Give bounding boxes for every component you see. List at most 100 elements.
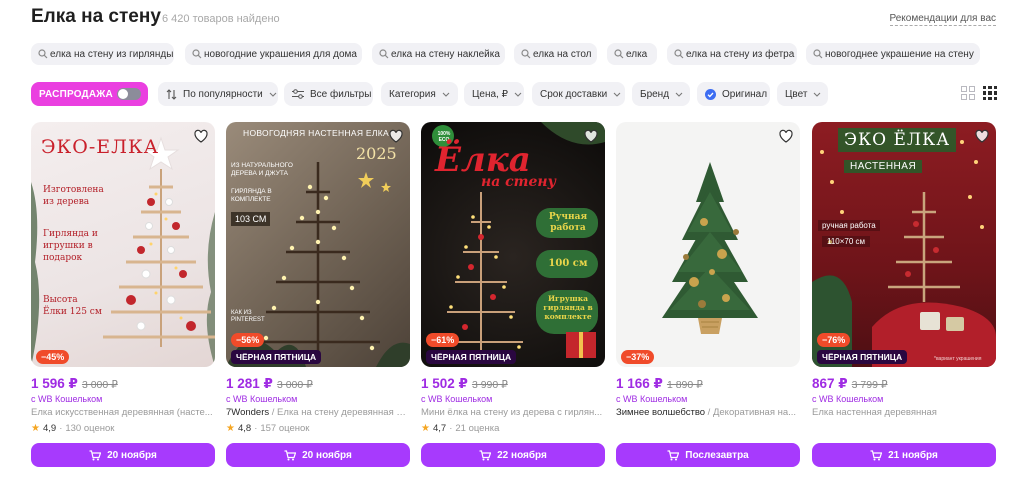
price: 1 166 ₽ <box>616 376 663 391</box>
rating-value: 4,7 <box>432 423 447 434</box>
suggestion-chip[interactable]: елка на стену из гирлянды <box>31 43 174 65</box>
image-caption: Гирлянда и игрушки в подарок <box>43 229 98 263</box>
image-note: *вариант украшения <box>934 356 982 362</box>
delivery-date: 21 ноября <box>888 449 938 461</box>
grid-small-view-icon[interactable] <box>983 86 997 100</box>
all-filters-button[interactable]: Все фильтры <box>284 82 373 106</box>
product-brand: Зимнее волшебство <box>616 407 706 418</box>
price: 1 596 ₽ <box>31 376 78 391</box>
price-dropdown[interactable]: Цена, ₽ <box>464 82 524 106</box>
product-card[interactable]: ЭКО ЁЛКА НАСТЕННАЯ ручная работа 110×70 … <box>812 122 996 467</box>
product-name[interactable]: Елка настенная деревянная <box>812 407 996 418</box>
heart-icon[interactable] <box>974 128 990 144</box>
image-caption: ручная работа <box>818 220 880 231</box>
price-row: 1 166 ₽1 890 ₽ <box>616 375 800 393</box>
sort-dropdown[interactable]: По популярности <box>158 82 278 106</box>
discount-badge: −76% <box>817 333 851 347</box>
suggestion-chip[interactable]: елка на стол <box>514 43 597 65</box>
product-card[interactable]: 100% ECO Ёлка на стену Ручная работа 100… <box>421 122 605 467</box>
suggestion-chip[interactable]: елка на стену из фетра <box>667 43 797 65</box>
wallet-note: с WB Кошельком <box>616 394 688 404</box>
product-title: / Декоративная на... <box>705 407 797 418</box>
heart-icon[interactable] <box>193 128 209 144</box>
old-price: 3 990 ₽ <box>471 379 508 391</box>
suggestion-label: елка <box>626 48 648 60</box>
star-icon: ★ <box>31 423 40 434</box>
category-dropdown[interactable]: Категория <box>381 82 458 106</box>
product-image[interactable]: −37% <box>616 122 800 367</box>
recommendations-link[interactable]: Рекомендации для вас <box>889 13 996 26</box>
star-icon: ★ <box>226 423 235 434</box>
rating-value: 4,9 <box>42 423 57 434</box>
suggestion-label: новогодние украшения для дома <box>204 48 357 60</box>
all-filters-label: Все фильтры <box>310 88 372 100</box>
search-icon <box>614 49 624 59</box>
delivery-dropdown[interactable]: Срок доставки <box>532 82 625 106</box>
product-name[interactable]: Мини ёлка на стену из дерева с гирлян... <box>421 407 605 418</box>
add-to-cart-button[interactable]: 20 ноября <box>226 443 410 467</box>
heart-icon[interactable] <box>583 128 599 144</box>
delivery-date: 20 ноября <box>302 449 352 461</box>
product-card[interactable]: НОВОГОДНЯЯ НАСТЕННАЯ ЕЛКА 2025 ИЗ НАТУРА… <box>226 122 410 467</box>
suggestion-chip[interactable]: новогоднее украшение на стену <box>806 43 980 65</box>
search-icon <box>674 49 684 59</box>
delivery-label: Срок доставки <box>540 88 608 100</box>
cart-icon <box>479 449 492 460</box>
suggestion-label: новогоднее украшение на стену <box>825 48 974 60</box>
heart-icon[interactable] <box>388 128 404 144</box>
original-filter-button[interactable]: Оригинал <box>697 82 770 106</box>
sale-label: РАСПРОДАЖА <box>39 88 113 100</box>
suggestion-chip[interactable]: елка на стену наклейка <box>372 43 505 65</box>
color-dropdown[interactable]: Цвет <box>777 82 828 106</box>
image-caption: Ручная работа <box>548 212 588 233</box>
review-count: 157 оценок <box>260 423 310 434</box>
review-separator: · <box>254 423 258 434</box>
product-image[interactable]: 100% ECO Ёлка на стену Ручная работа 100… <box>421 122 605 367</box>
brand-dropdown[interactable]: Бренд <box>632 82 690 106</box>
image-title: ЭКО-ЕЛКА <box>41 136 160 158</box>
image-subtitle: НАСТЕННАЯ <box>844 160 923 173</box>
add-to-cart-button[interactable]: 22 ноября <box>421 443 605 467</box>
product-brand: 7Wonders <box>226 407 270 418</box>
search-icon <box>379 49 389 59</box>
product-card[interactable]: ЭКО-ЕЛКА Изготовлена из дерева Гирлянда … <box>31 122 215 467</box>
sort-icon <box>166 88 177 100</box>
product-card[interactable]: −37% 1 166 ₽1 890 ₽ с WB Кошельком Зимне… <box>616 122 800 467</box>
chevron-down-icon <box>813 89 821 100</box>
sale-switch[interactable] <box>117 88 141 100</box>
wallet-note: с WB Кошельком <box>226 394 298 404</box>
original-label: Оригинал <box>722 88 768 100</box>
product-image[interactable]: ЭКО ЁЛКА НАСТЕННАЯ ручная работа 110×70 … <box>812 122 996 367</box>
rating: ★ 4,9 · 130 оценок <box>31 423 114 434</box>
sale-toggle-button[interactable]: РАСПРОДАЖА <box>31 82 148 106</box>
add-to-cart-button[interactable]: Послезавтра <box>616 443 800 467</box>
image-caption: Изготовлена из дерева <box>43 185 104 207</box>
price-label: Цена, ₽ <box>472 88 508 100</box>
search-icon <box>192 49 202 59</box>
product-image[interactable]: НОВОГОДНЯЯ НАСТЕННАЯ ЕЛКА 2025 ИЗ НАТУРА… <box>226 122 410 367</box>
image-subtitle: на стену <box>481 174 556 190</box>
old-price: 3 799 ₽ <box>851 379 888 391</box>
suggestion-label: елка на стол <box>533 48 592 60</box>
add-to-cart-button[interactable]: 21 ноября <box>812 443 996 467</box>
product-title: Елка искусственная деревянная (насте... <box>31 407 213 418</box>
filter-bar: РАСПРОДАЖА По популярности Все фильтры К… <box>31 82 1001 106</box>
product-name[interactable]: Елка искусственная деревянная (насте... <box>31 407 215 418</box>
image-title: НОВОГОДНЯЯ НАСТЕННАЯ ЕЛКА <box>243 128 389 138</box>
product-image[interactable]: ЭКО-ЕЛКА Изготовлена из дерева Гирлянда … <box>31 122 215 367</box>
search-icon <box>521 49 531 59</box>
sliders-icon <box>292 89 304 99</box>
product-name[interactable]: Зимнее волшебство / Декоративная на... <box>616 407 800 418</box>
price: 1 281 ₽ <box>226 376 273 391</box>
heart-icon[interactable] <box>778 128 794 144</box>
cart-icon <box>667 449 680 460</box>
suggestion-chip[interactable]: новогодние украшения для дома <box>185 43 362 65</box>
grid-large-view-icon[interactable] <box>961 86 975 100</box>
add-to-cart-button[interactable]: 20 ноября <box>31 443 215 467</box>
old-price: 1 890 ₽ <box>666 379 703 391</box>
discount-badge: −61% <box>426 333 460 347</box>
product-name[interactable]: 7Wonders / Елка на стену деревянная Н... <box>226 407 410 418</box>
chevron-down-icon <box>442 89 450 100</box>
suggestion-chip[interactable]: елка <box>607 43 657 65</box>
image-caption: Игрушка гирлянда в комплекте <box>543 294 593 321</box>
